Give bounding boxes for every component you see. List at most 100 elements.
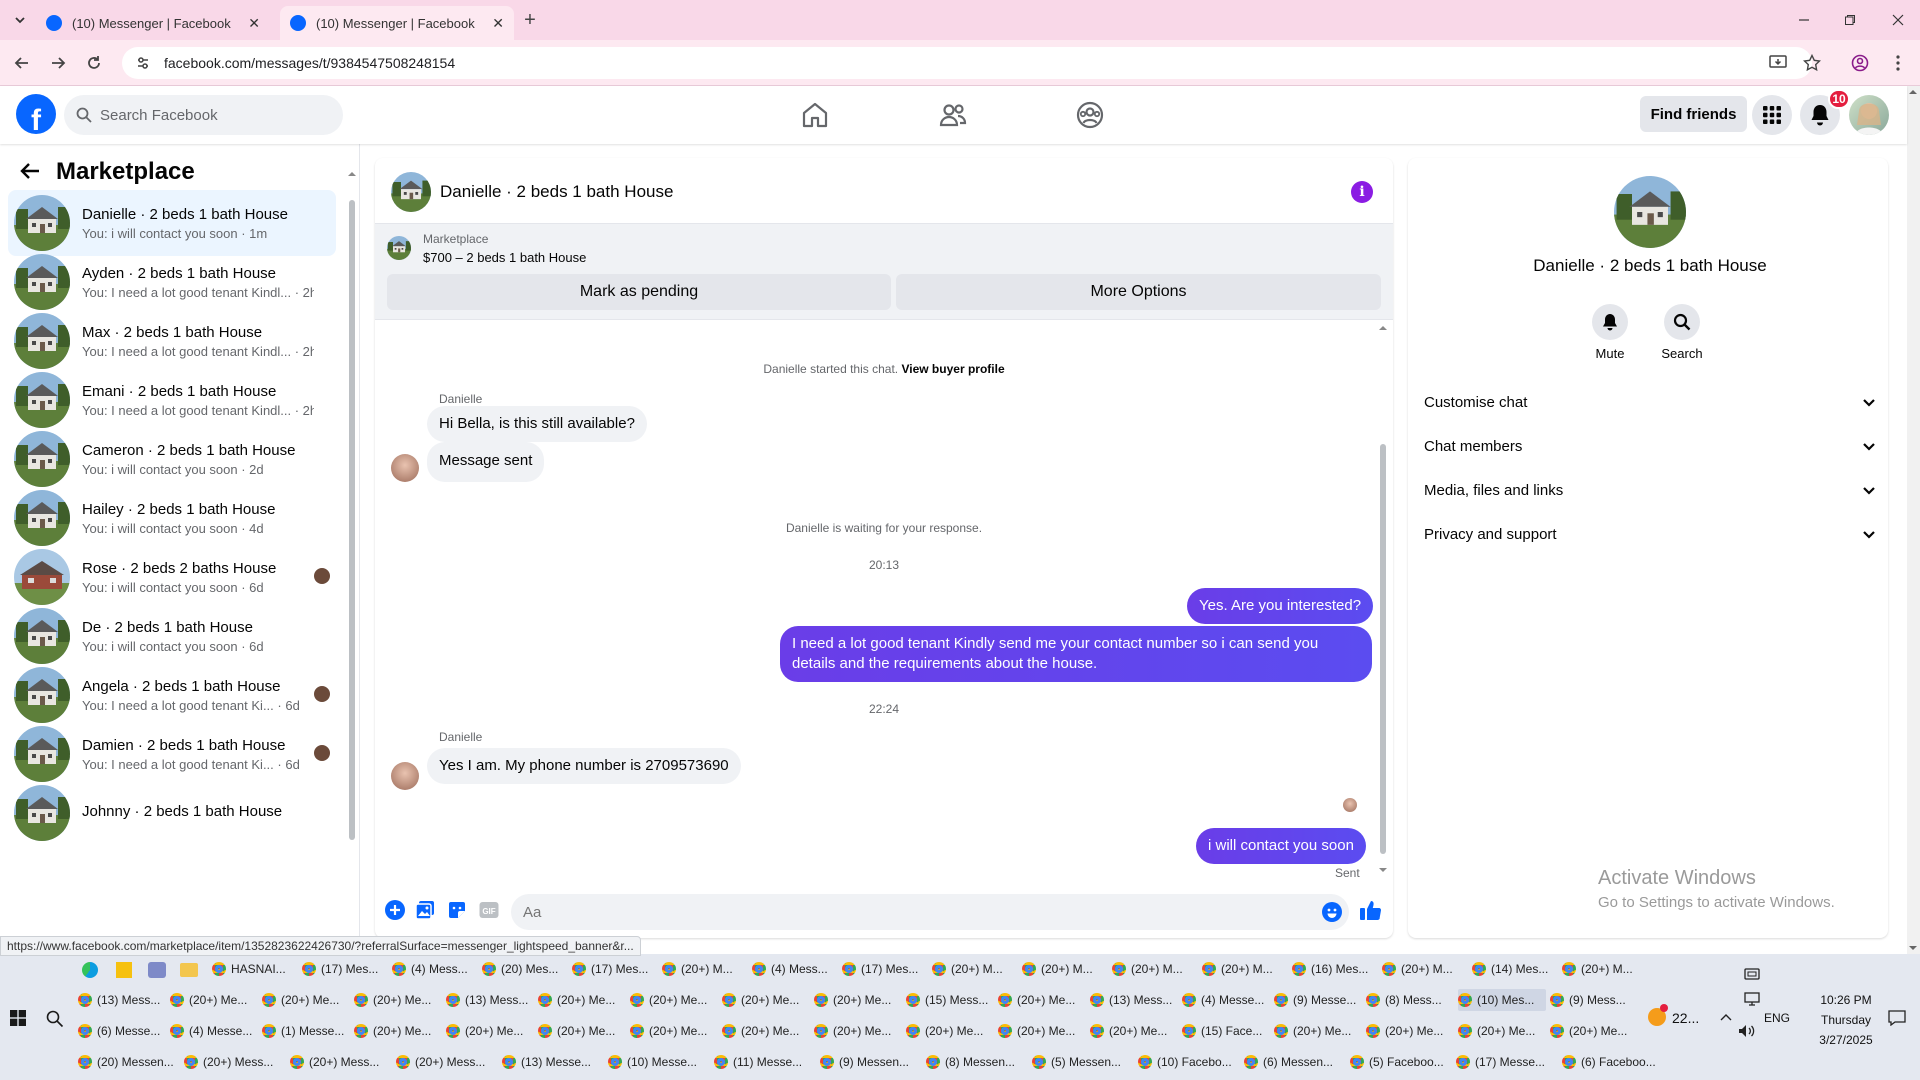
- photo-icon[interactable]: [415, 900, 435, 920]
- browser-tab-1[interactable]: (10) Messenger | Facebook ✕: [36, 6, 270, 40]
- find-friends-button[interactable]: Find friends: [1640, 96, 1747, 132]
- taskbar-window-button[interactable]: (20+) Me...: [170, 989, 258, 1011]
- more-options-button[interactable]: More Options: [896, 274, 1381, 310]
- close-window-icon[interactable]: [1886, 8, 1910, 32]
- taskbar-window-button[interactable]: (10) Facebo...: [1138, 1051, 1240, 1073]
- home-icon[interactable]: [800, 100, 830, 130]
- listing-price-title[interactable]: $700 – 2 beds 1 bath House: [423, 250, 586, 265]
- taskbar-window-button[interactable]: (20+) Me...: [1274, 1020, 1362, 1042]
- mute-action[interactable]: Mute: [1578, 304, 1642, 361]
- incoming-message[interactable]: Hi Bella, is this still available?: [427, 406, 647, 442]
- plus-circle-icon[interactable]: [385, 900, 405, 920]
- taskbar-window-button[interactable]: (11) Messe...: [714, 1051, 816, 1073]
- scroll-up-arrow-icon[interactable]: [1379, 324, 1387, 332]
- input-language[interactable]: ENG: [1764, 1011, 1790, 1025]
- taskbar-window-button[interactable]: (13) Mess...: [1090, 989, 1178, 1011]
- taskbar-window-button[interactable]: (17) Mes...: [572, 958, 658, 980]
- taskbar-window-button[interactable]: (20+) Me...: [722, 989, 810, 1011]
- minimize-window-icon[interactable]: [1792, 8, 1816, 32]
- taskbar-search-icon[interactable]: [46, 1010, 64, 1028]
- conversation-item[interactable]: Max · 2 beds 1 bath House You: I need a l…: [8, 308, 336, 374]
- taskbar-window-button[interactable]: (20+) Me...: [262, 989, 350, 1011]
- taskbar-window-button[interactable]: (4) Mess...: [392, 958, 478, 980]
- details-section-chat-members[interactable]: Chat members: [1424, 424, 1876, 468]
- taskbar-window-button[interactable]: (20+) Me...: [354, 1020, 442, 1042]
- browser-profile-icon[interactable]: [1848, 51, 1872, 75]
- scroll-down-arrow-icon[interactable]: [1379, 866, 1387, 874]
- taskbar-window-button[interactable]: (20+) Me...: [538, 989, 626, 1011]
- outgoing-message[interactable]: i will contact you soon: [1196, 828, 1366, 864]
- taskbar-window-button[interactable]: (20+) Me...: [998, 1020, 1086, 1042]
- conversation-info-icon[interactable]: i: [1351, 181, 1373, 203]
- taskbar-window-button[interactable]: (20+) Me...: [906, 1020, 994, 1042]
- taskbar-window-button[interactable]: (17) Mes...: [842, 958, 928, 980]
- taskbar-window-button[interactable]: (9) Messe...: [1274, 989, 1362, 1011]
- taskbar-window-button[interactable]: (20+) M...: [932, 958, 1018, 980]
- taskbar-window-button[interactable]: (20+) M...: [1382, 958, 1468, 980]
- taskbar-window-button[interactable]: HASNAI...: [212, 958, 298, 980]
- details-section-privacy-and-support[interactable]: Privacy and support: [1424, 512, 1876, 556]
- groups-icon[interactable]: [1075, 100, 1105, 130]
- taskbar-window-button[interactable]: (10) Messe...: [608, 1051, 710, 1073]
- message-thread-scrollbar[interactable]: [1378, 324, 1388, 874]
- taskbar-window-button[interactable]: (6) Messen...: [1244, 1051, 1346, 1073]
- show-hidden-icons-chevron-icon[interactable]: [1720, 1012, 1732, 1022]
- facebook-search[interactable]: Search Facebook: [64, 95, 343, 135]
- taskbar-window-button[interactable]: (4) Mess...: [752, 958, 838, 980]
- close-tab-icon[interactable]: ✕: [492, 15, 504, 32]
- conversation-item[interactable]: Hailey · 2 beds 1 bath House You: i will …: [8, 485, 336, 551]
- taskbar-window-button[interactable]: (9) Messen...: [820, 1051, 922, 1073]
- browser-menu-icon[interactable]: [1886, 51, 1910, 75]
- restore-window-icon[interactable]: [1838, 8, 1862, 32]
- conversation-item[interactable]: Angela · 2 beds 1 bath House You: I need …: [8, 662, 336, 728]
- conversation-item[interactable]: Emani · 2 beds 1 bath House You: I need a…: [8, 367, 336, 433]
- taskbar-window-button[interactable]: (4) Messe...: [170, 1020, 258, 1042]
- conversation-item[interactable]: Ayden · 2 beds 1 bath House You: I need a…: [8, 249, 336, 315]
- taskbar-window-button[interactable]: (20+) Me...: [814, 989, 902, 1011]
- taskbar-window-button[interactable]: (20) Mes...: [482, 958, 568, 980]
- app-icon[interactable]: [148, 962, 166, 978]
- listing-thumbnail[interactable]: [387, 236, 411, 260]
- incoming-message[interactable]: Yes I am. My phone number is 2709573690: [427, 748, 741, 784]
- windows-start-icon[interactable]: [10, 1010, 26, 1026]
- taskbar-window-button[interactable]: (20+) Me...: [1090, 1020, 1178, 1042]
- task-view-icon[interactable]: [1744, 966, 1760, 982]
- taskbar-window-button[interactable]: (1) Messe...: [262, 1020, 350, 1042]
- taskbar-window-button[interactable]: (6) Messe...: [78, 1020, 166, 1042]
- menu-grid-button[interactable]: [1752, 95, 1792, 135]
- reload-icon[interactable]: [82, 51, 106, 75]
- taskbar-window-button[interactable]: (13) Mess...: [78, 989, 166, 1011]
- sticky-notes-app-icon[interactable]: [116, 962, 132, 978]
- incoming-message[interactable]: Message sent: [427, 442, 545, 482]
- system-clock[interactable]: 10:26 PM Thursday 3/27/2025: [1806, 990, 1886, 1050]
- details-section-customise-chat[interactable]: Customise chat: [1424, 380, 1876, 424]
- taskbar-window-button[interactable]: (8) Messen...: [926, 1051, 1028, 1073]
- search-action[interactable]: Search: [1650, 304, 1714, 361]
- chat-title[interactable]: Danielle · 2 beds 1 bath House: [440, 182, 673, 202]
- taskbar-window-button[interactable]: (20+) M...: [1112, 958, 1198, 980]
- volume-icon[interactable]: [1738, 1024, 1756, 1038]
- taskbar-window-button[interactable]: (10) Mes...: [1458, 989, 1546, 1011]
- taskbar-window-button[interactable]: (4) Messe...: [1182, 989, 1270, 1011]
- back-arrow-icon[interactable]: [10, 51, 34, 75]
- weather-temperature[interactable]: 22...: [1672, 1010, 1699, 1026]
- conversation-list-scrollbar[interactable]: [348, 170, 356, 954]
- mark-as-pending-button[interactable]: Mark as pending: [387, 274, 891, 310]
- scrollbar-thumb[interactable]: [1380, 444, 1386, 854]
- details-avatar[interactable]: [1614, 176, 1686, 248]
- facebook-logo[interactable]: f: [16, 94, 56, 134]
- taskbar-window-button[interactable]: (20+) Me...: [1366, 1020, 1454, 1042]
- taskbar-window-button[interactable]: (20+) M...: [1022, 958, 1108, 980]
- scrollbar-thumb[interactable]: [349, 200, 355, 840]
- details-section-media-files-and-links[interactable]: Media, files and links: [1424, 468, 1876, 512]
- taskbar-window-button[interactable]: (20+) Me...: [998, 989, 1086, 1011]
- taskbar-window-button[interactable]: (17) Messe...: [1456, 1051, 1558, 1073]
- taskbar-window-button[interactable]: (16) Mes...: [1292, 958, 1378, 980]
- conversation-item[interactable]: Danielle · 2 beds 1 bath House You: i wil…: [8, 190, 336, 256]
- network-icon[interactable]: [1744, 992, 1760, 1006]
- forward-arrow-icon[interactable]: [46, 51, 70, 75]
- taskbar-window-button[interactable]: (20+) Me...: [722, 1020, 810, 1042]
- address-bar[interactable]: facebook.com/messages/t/9384547508248154: [122, 47, 1812, 79]
- site-info-icon[interactable]: [136, 56, 150, 70]
- taskbar-window-button[interactable]: (17) Mes...: [302, 958, 388, 980]
